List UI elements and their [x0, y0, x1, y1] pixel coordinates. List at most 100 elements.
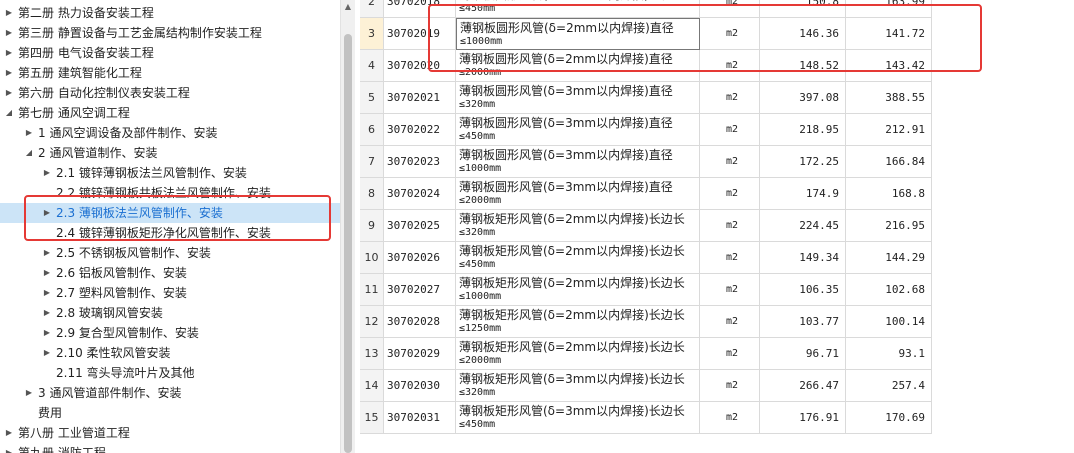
tree-item[interactable]: ▶ 第九册 消防工程: [0, 443, 340, 453]
quota-unit[interactable]: m2: [700, 210, 760, 242]
table-row[interactable]: 9 30702025 薄钢板矩形风管(δ=2mm以内焊接)长边长 ≤320mm m2 22…: [360, 210, 1074, 242]
expand-icon[interactable]: ▶: [4, 23, 14, 43]
quota-name[interactable]: 薄钢板矩形风管(δ=2mm以内焊接)长边长 ≤2000mm: [456, 338, 700, 370]
expand-icon[interactable]: ▶: [4, 63, 14, 83]
row-number[interactable]: 2: [360, 0, 384, 18]
row-number[interactable]: 8: [360, 178, 384, 210]
quota-price-b[interactable]: 166.84: [846, 146, 932, 178]
quota-name[interactable]: 薄钢板矩形风管(δ=2mm以内焊接)长边长 ≤450mm: [456, 242, 700, 274]
quota-price-b[interactable]: 163.99: [846, 0, 932, 18]
table-row[interactable]: 5 30702021 薄钢板圆形风管(δ=3mm以内焊接)直径 ≤320mm m2 397…: [360, 82, 1074, 114]
scrollbar-thumb[interactable]: [344, 34, 352, 453]
quota-price-b[interactable]: 216.95: [846, 210, 932, 242]
tree-item[interactable]: 费用: [0, 403, 340, 423]
quota-price-b[interactable]: 100.14: [846, 306, 932, 338]
quota-code[interactable]: 30702019: [384, 18, 456, 50]
quota-code[interactable]: 30702027: [384, 274, 456, 306]
quota-code[interactable]: 30702021: [384, 82, 456, 114]
tree-item[interactable]: ▶ 2.3 薄钢板法兰风管制作、安装: [0, 203, 340, 223]
quota-name[interactable]: 薄钢板圆形风管(δ=3mm以内焊接)直径 ≤1000mm: [456, 146, 700, 178]
expand-icon[interactable]: ▶: [42, 243, 52, 263]
row-number[interactable]: 7: [360, 146, 384, 178]
tree-item[interactable]: ◢ 第七册 通风空调工程: [0, 103, 340, 123]
table-row[interactable]: 11 30702027 薄钢板矩形风管(δ=2mm以内焊接)长边长 ≤1000mm m2…: [360, 274, 1074, 306]
quota-code[interactable]: 30702023: [384, 146, 456, 178]
tree-item[interactable]: ▶ 2.7 塑料风管制作、安装: [0, 283, 340, 303]
quota-name[interactable]: 薄钢板圆形风管(δ=2mm以内焊接)直径 ≤1000mm: [456, 18, 700, 50]
row-number[interactable]: 15: [360, 402, 384, 434]
expand-icon[interactable]: ▶: [42, 323, 52, 343]
table-row[interactable]: 6 30702022 薄钢板圆形风管(δ=3mm以内焊接)直径 ≤450mm m2 218…: [360, 114, 1074, 146]
row-number[interactable]: 9: [360, 210, 384, 242]
quota-unit[interactable]: m2: [700, 338, 760, 370]
quota-code[interactable]: 30702031: [384, 402, 456, 434]
expand-icon[interactable]: ▶: [4, 423, 14, 443]
expand-icon[interactable]: ▶: [24, 383, 34, 403]
quota-price-a[interactable]: 172.25: [760, 146, 846, 178]
quota-unit[interactable]: m2: [700, 370, 760, 402]
quota-price-b[interactable]: 388.55: [846, 82, 932, 114]
quota-code[interactable]: 30702026: [384, 242, 456, 274]
quota-price-a[interactable]: 176.91: [760, 402, 846, 434]
quota-price-a[interactable]: 174.9: [760, 178, 846, 210]
quota-price-b[interactable]: 212.91: [846, 114, 932, 146]
row-number[interactable]: 3: [360, 18, 384, 50]
collapse-icon[interactable]: ◢: [24, 143, 34, 163]
quota-price-b[interactable]: 141.72: [846, 18, 932, 50]
quota-price-a[interactable]: 146.36: [760, 18, 846, 50]
table-row[interactable]: 15 30702031 薄钢板矩形风管(δ=3mm以内焊接)长边长 ≤450mm m2 1…: [360, 402, 1074, 434]
quota-unit[interactable]: m2: [700, 402, 760, 434]
quota-price-b[interactable]: 257.4: [846, 370, 932, 402]
tree-item[interactable]: ▶ 2.5 不锈钢板风管制作、安装: [0, 243, 340, 263]
row-number[interactable]: 6: [360, 114, 384, 146]
scroll-up-icon[interactable]: ▲: [341, 0, 355, 14]
expand-icon[interactable]: ▶: [42, 203, 52, 223]
expand-icon[interactable]: ▶: [42, 303, 52, 323]
tree-item[interactable]: ▶ 2.9 复合型风管制作、安装: [0, 323, 340, 343]
quota-unit[interactable]: m2: [700, 146, 760, 178]
expand-icon[interactable]: ▶: [42, 263, 52, 283]
quota-unit[interactable]: m2: [700, 0, 760, 18]
tree-item[interactable]: ▶ 3 通风管道部件制作、安装: [0, 383, 340, 403]
quota-code[interactable]: 30702025: [384, 210, 456, 242]
quota-unit[interactable]: m2: [700, 274, 760, 306]
expand-icon[interactable]: ▶: [4, 83, 14, 103]
quota-name[interactable]: 薄钢板圆形风管(δ=3mm以内焊接)直径 ≤450mm: [456, 114, 700, 146]
row-number[interactable]: 5: [360, 82, 384, 114]
quota-price-b[interactable]: 93.1: [846, 338, 932, 370]
quota-price-a[interactable]: 218.95: [760, 114, 846, 146]
quota-price-a[interactable]: 103.77: [760, 306, 846, 338]
expand-icon[interactable]: ▶: [42, 283, 52, 303]
expand-icon[interactable]: ▶: [4, 3, 14, 23]
quota-unit[interactable]: m2: [700, 18, 760, 50]
table-row[interactable]: 8 30702024 薄钢板圆形风管(δ=3mm以内焊接)直径 ≤2000mm m2 17…: [360, 178, 1074, 210]
table-row[interactable]: 3 30702019 薄钢板圆形风管(δ=2mm以内焊接)直径 ≤1000mm m2 14…: [360, 18, 1074, 50]
tree-item[interactable]: 2.4 镀锌薄钢板矩形净化风管制作、安装: [0, 223, 340, 243]
quota-code[interactable]: 30702024: [384, 178, 456, 210]
quota-code[interactable]: 30702030: [384, 370, 456, 402]
quota-name[interactable]: 薄钢板圆形风管(δ=3mm以内焊接)直径 ≤2000mm: [456, 178, 700, 210]
tree-item[interactable]: ◢ 2 通风管道制作、安装: [0, 143, 340, 163]
tree-item[interactable]: ▶ 第二册 热力设备安装工程: [0, 3, 340, 23]
quota-price-a[interactable]: 148.52: [760, 50, 846, 82]
quota-name[interactable]: 薄钢板圆形风管(δ=2mm以内焊接)直径≤450mm: [456, 0, 700, 18]
quota-price-a[interactable]: 397.08: [760, 82, 846, 114]
tree-item[interactable]: ▶ 2.8 玻璃钢风管安装: [0, 303, 340, 323]
expand-icon[interactable]: ▶: [24, 123, 34, 143]
quota-code[interactable]: 30702020: [384, 50, 456, 82]
quota-unit[interactable]: m2: [700, 82, 760, 114]
tree-item[interactable]: ▶ 2.10 柔性软风管安装: [0, 343, 340, 363]
quota-price-a[interactable]: 149.34: [760, 242, 846, 274]
row-number[interactable]: 11: [360, 274, 384, 306]
quota-price-a[interactable]: 96.71: [760, 338, 846, 370]
quota-unit[interactable]: m2: [700, 178, 760, 210]
quota-price-a[interactable]: 150.8: [760, 0, 846, 18]
table-row[interactable]: 230702018薄钢板圆形风管(δ=2mm以内焊接)直径≤450mmm2150…: [360, 0, 1074, 18]
tree-item[interactable]: ▶ 2.1 镀锌薄钢板法兰风管制作、安装: [0, 163, 340, 183]
quota-price-b[interactable]: 102.68: [846, 274, 932, 306]
quota-code[interactable]: 30702022: [384, 114, 456, 146]
quota-name[interactable]: 薄钢板矩形风管(δ=2mm以内焊接)长边长 ≤1250mm: [456, 306, 700, 338]
expand-icon[interactable]: ▶: [42, 163, 52, 183]
tree-item[interactable]: ▶ 第五册 建筑智能化工程: [0, 63, 340, 83]
tree-item[interactable]: ▶ 1 通风空调设备及部件制作、安装: [0, 123, 340, 143]
